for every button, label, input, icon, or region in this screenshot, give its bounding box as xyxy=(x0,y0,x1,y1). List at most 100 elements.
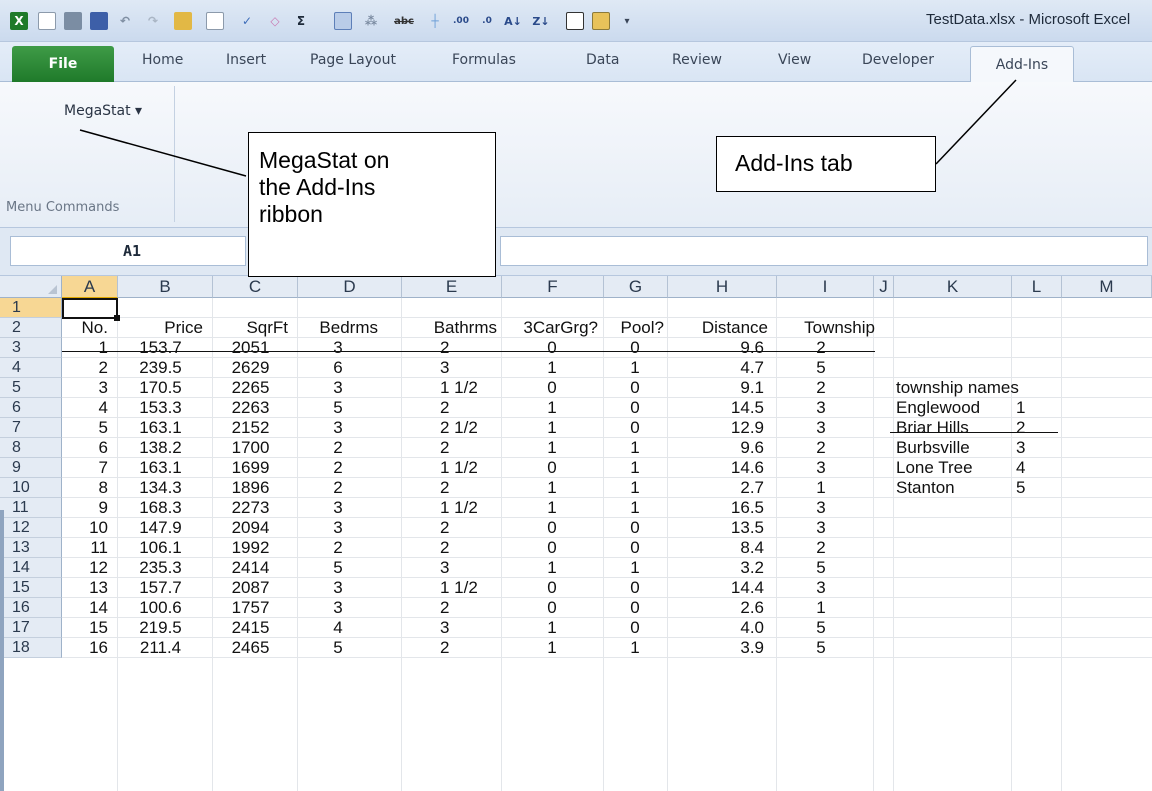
data-cell[interactable]: 5 xyxy=(777,558,865,578)
active-cell-a1[interactable] xyxy=(62,298,118,319)
data-cell[interactable]: 1 xyxy=(502,558,602,578)
data-cell[interactable]: 2 xyxy=(440,518,502,538)
save-icon[interactable] xyxy=(90,12,108,30)
data-cell[interactable]: 13 xyxy=(62,578,108,598)
data-cell[interactable]: 3.9 xyxy=(668,638,764,658)
township-code-cell[interactable]: 2 xyxy=(1016,418,1056,438)
data-cell[interactable]: 14 xyxy=(62,598,108,618)
data-cell[interactable]: 12.9 xyxy=(668,418,764,438)
fill-handle[interactable] xyxy=(114,315,120,321)
form-icon[interactable] xyxy=(592,12,610,30)
data-cell[interactable]: 0 xyxy=(502,378,602,398)
data-cell[interactable]: 7 xyxy=(62,458,108,478)
data-cell[interactable]: 5 xyxy=(777,638,865,658)
data-cell[interactable]: 0 xyxy=(604,418,666,438)
column-header[interactable]: M xyxy=(1062,276,1152,298)
row-header[interactable]: 7 xyxy=(0,418,62,438)
row-header[interactable]: 4 xyxy=(0,358,62,378)
data-cell[interactable]: 1992 xyxy=(213,538,288,558)
data-cell[interactable]: 1 xyxy=(62,338,108,358)
data-cell[interactable]: 3 xyxy=(440,358,502,378)
row-header[interactable]: 14 xyxy=(0,558,62,578)
tab-page-layout[interactable]: Page Layout xyxy=(310,52,396,68)
data-cell[interactable]: 163.1 xyxy=(118,458,203,478)
data-cell[interactable]: 8.4 xyxy=(668,538,764,558)
data-cell[interactable]: 2 1/2 xyxy=(440,418,502,438)
pivot-icon[interactable]: ⁂ xyxy=(362,12,380,30)
column-header[interactable]: A xyxy=(62,276,118,298)
data-cell[interactable]: 2 xyxy=(440,338,502,358)
column-title-cell[interactable]: Distance xyxy=(668,318,768,338)
checkbox-icon[interactable] xyxy=(566,12,584,30)
column-title-cell[interactable]: SqrFt xyxy=(213,318,288,338)
data-cell[interactable]: 2094 xyxy=(213,518,288,538)
row-header[interactable]: 18 xyxy=(0,638,62,658)
row-header[interactable]: 3 xyxy=(0,338,62,358)
data-cell[interactable]: 2629 xyxy=(213,358,288,378)
data-cell[interactable]: 3 xyxy=(298,418,378,438)
data-cell[interactable]: 6 xyxy=(62,438,108,458)
column-header[interactable]: I xyxy=(777,276,874,298)
data-cell[interactable]: 2087 xyxy=(213,578,288,598)
column-header[interactable]: B xyxy=(118,276,213,298)
tab-insert[interactable]: Insert xyxy=(226,52,266,68)
column-header[interactable]: J xyxy=(874,276,894,298)
tab-formulas[interactable]: Formulas xyxy=(452,52,516,68)
data-cell[interactable]: 211.4 xyxy=(118,638,203,658)
data-cell[interactable]: 1 xyxy=(777,598,865,618)
data-cell[interactable]: 1896 xyxy=(213,478,288,498)
data-cell[interactable]: 4 xyxy=(298,618,378,638)
column-title-cell[interactable]: Pool? xyxy=(604,318,664,338)
borders-icon[interactable]: ┼ xyxy=(426,12,444,30)
data-cell[interactable]: 1 xyxy=(777,478,865,498)
data-cell[interactable]: 2 xyxy=(440,598,502,618)
data-cell[interactable]: 157.7 xyxy=(118,578,203,598)
row-header[interactable]: 9 xyxy=(0,458,62,478)
column-header[interactable]: D xyxy=(298,276,402,298)
row-header[interactable]: 17 xyxy=(0,618,62,638)
data-cell[interactable]: 147.9 xyxy=(118,518,203,538)
data-cell[interactable]: 14.6 xyxy=(668,458,764,478)
data-cell[interactable]: 3 xyxy=(298,498,378,518)
data-cell[interactable]: 0 xyxy=(604,538,666,558)
autosum-icon[interactable]: Σ xyxy=(292,12,310,30)
data-cell[interactable]: 2051 xyxy=(213,338,288,358)
township-name-cell[interactable]: Burbsville xyxy=(896,438,1008,458)
township-code-cell[interactable]: 4 xyxy=(1016,458,1056,478)
data-cell[interactable]: 153.7 xyxy=(118,338,203,358)
data-cell[interactable]: 5 xyxy=(777,358,865,378)
data-cell[interactable]: 106.1 xyxy=(118,538,203,558)
row-header[interactable]: 2 xyxy=(0,318,62,338)
new-doc-icon[interactable] xyxy=(38,12,56,30)
data-cell[interactable]: 9 xyxy=(62,498,108,518)
data-cell[interactable]: 1 xyxy=(502,438,602,458)
data-cell[interactable]: 2 xyxy=(298,478,378,498)
data-cell[interactable]: 4.7 xyxy=(668,358,764,378)
data-cell[interactable]: 3 xyxy=(777,458,865,478)
township-code-cell[interactable]: 3 xyxy=(1016,438,1056,458)
column-header[interactable]: K xyxy=(894,276,1012,298)
tab-file[interactable]: File xyxy=(12,46,114,82)
data-cell[interactable]: 15 xyxy=(62,618,108,638)
data-cell[interactable]: 2 xyxy=(298,438,378,458)
row-header[interactable]: 1 xyxy=(0,298,62,318)
column-header[interactable]: F xyxy=(502,276,604,298)
data-cell[interactable]: 2 xyxy=(777,378,865,398)
data-cell[interactable]: 170.5 xyxy=(118,378,203,398)
data-cell[interactable]: 1 1/2 xyxy=(440,378,502,398)
data-cell[interactable]: 0 xyxy=(604,338,666,358)
column-header[interactable]: H xyxy=(668,276,777,298)
data-cell[interactable]: 2 xyxy=(777,438,865,458)
redo-icon[interactable]: ↷ xyxy=(144,12,162,30)
sort-ascending-icon[interactable]: A↓ xyxy=(504,12,522,30)
data-cell[interactable]: 153.3 xyxy=(118,398,203,418)
data-cell[interactable]: 1 xyxy=(604,438,666,458)
megastat-menu-button[interactable]: MegaStat ▾ xyxy=(64,103,142,119)
data-cell[interactable]: 1 xyxy=(604,478,666,498)
data-cell[interactable]: 5 xyxy=(777,618,865,638)
column-header[interactable]: E xyxy=(402,276,502,298)
data-cell[interactable]: 3 xyxy=(777,418,865,438)
data-cell[interactable]: 4.0 xyxy=(668,618,764,638)
data-cell[interactable]: 0 xyxy=(502,578,602,598)
data-cell[interactable]: 0 xyxy=(604,518,666,538)
